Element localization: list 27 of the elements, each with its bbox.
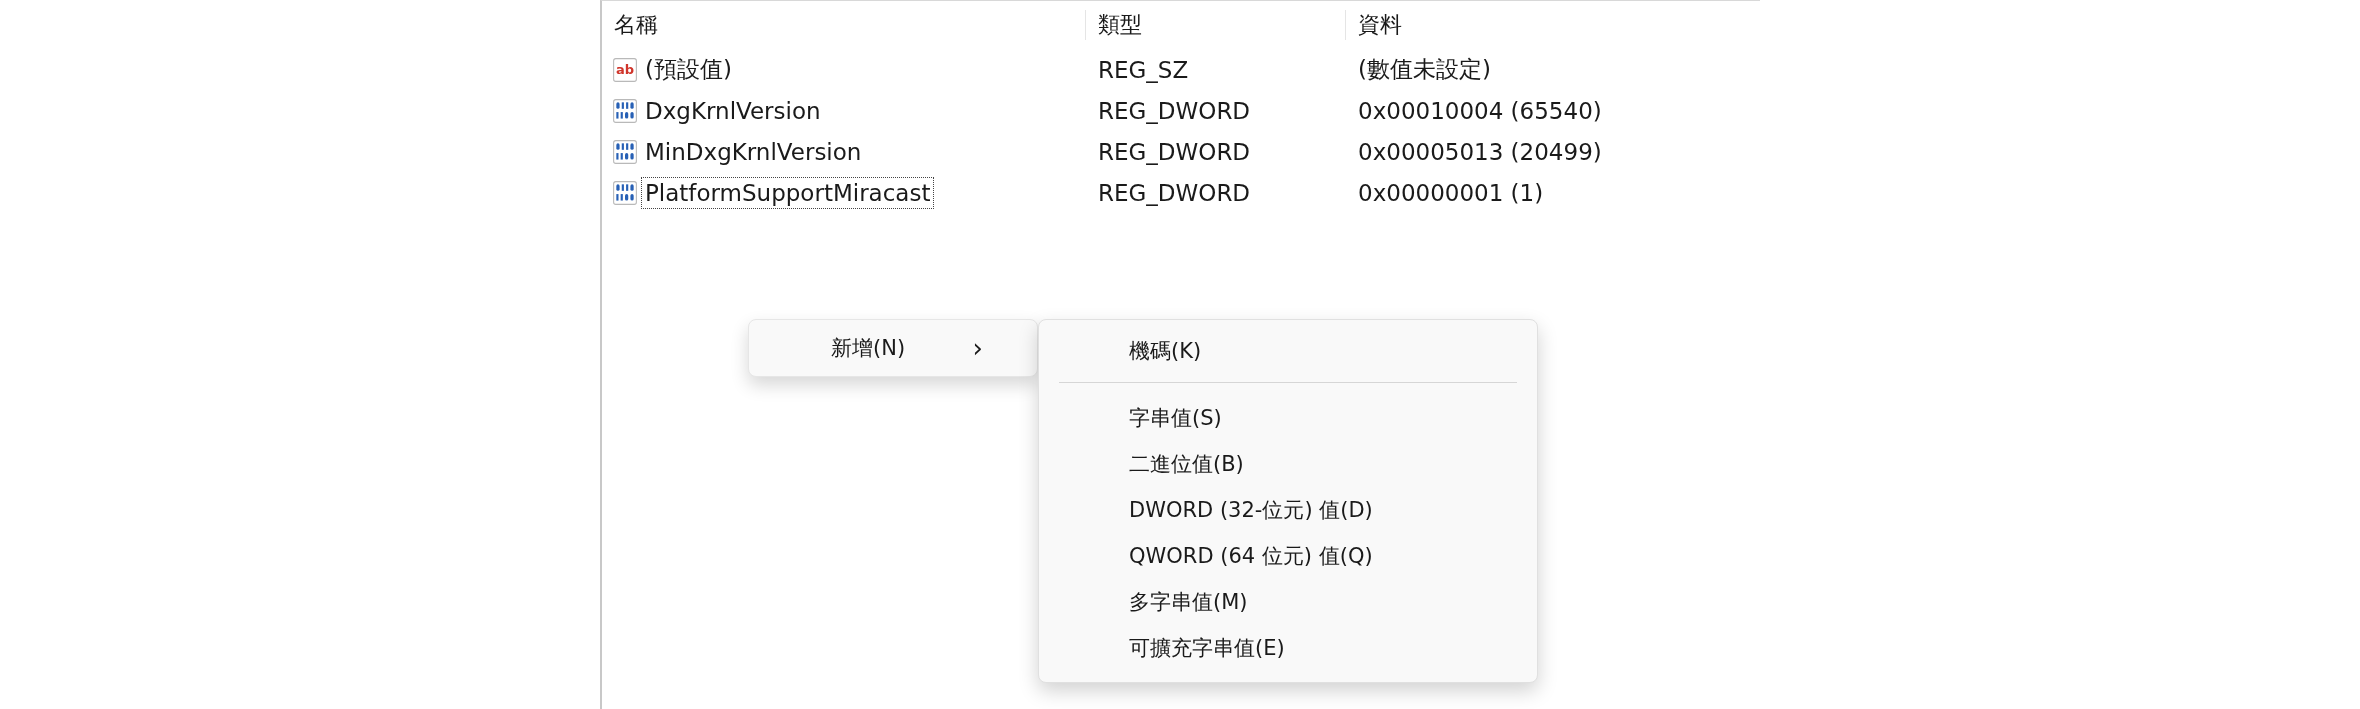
table-cell-text: 0x00005013 (20499) (1357, 138, 1603, 165)
column-header[interactable]: 資料 (1346, 10, 1760, 40)
binary-value-icon (612, 179, 638, 206)
menu-item[interactable]: 二進位值(B) (1045, 441, 1531, 487)
column-header[interactable]: 類型 (1086, 10, 1346, 40)
menu-item[interactable]: DWORD (32-位元) 值(D) (1045, 487, 1531, 533)
table-cell-text: 0x00000001 (1) (1357, 179, 1545, 206)
table-cell-text: REG_DWORD (1097, 97, 1252, 124)
table-cell-text: 0x00010004 (65540) (1357, 97, 1603, 124)
menu-item[interactable]: 字串值(S) (1045, 395, 1531, 441)
menu-item[interactable]: QWORD (64 位元) 值(Q) (1045, 533, 1531, 579)
value-name[interactable]: MinDxgKrnlVersion (641, 135, 866, 168)
column-header[interactable]: 名稱 (602, 10, 1086, 40)
table-cell-text: (數值未設定) (1357, 55, 1492, 84)
value-name[interactable]: (預設值) (641, 51, 736, 88)
table-cell-text: REG_DWORD (1097, 138, 1252, 165)
menu-item[interactable]: 新增(N) › (753, 324, 1033, 372)
menu-item[interactable]: 多字串值(M) (1045, 579, 1531, 625)
binary-value-icon (612, 138, 638, 165)
string-value-icon: ab (612, 56, 638, 83)
value-name[interactable]: PlatformSupportMiracast (641, 176, 935, 209)
menu-item[interactable]: 可擴充字串值(E) (1045, 625, 1531, 671)
table-cell-text: REG_SZ (1097, 56, 1190, 83)
binary-value-icon (612, 97, 638, 124)
value-name[interactable]: DxgKrnlVersion (641, 94, 825, 127)
menu-item[interactable]: 機碼(K) (1045, 328, 1531, 374)
table-cell-text: REG_DWORD (1097, 179, 1252, 206)
